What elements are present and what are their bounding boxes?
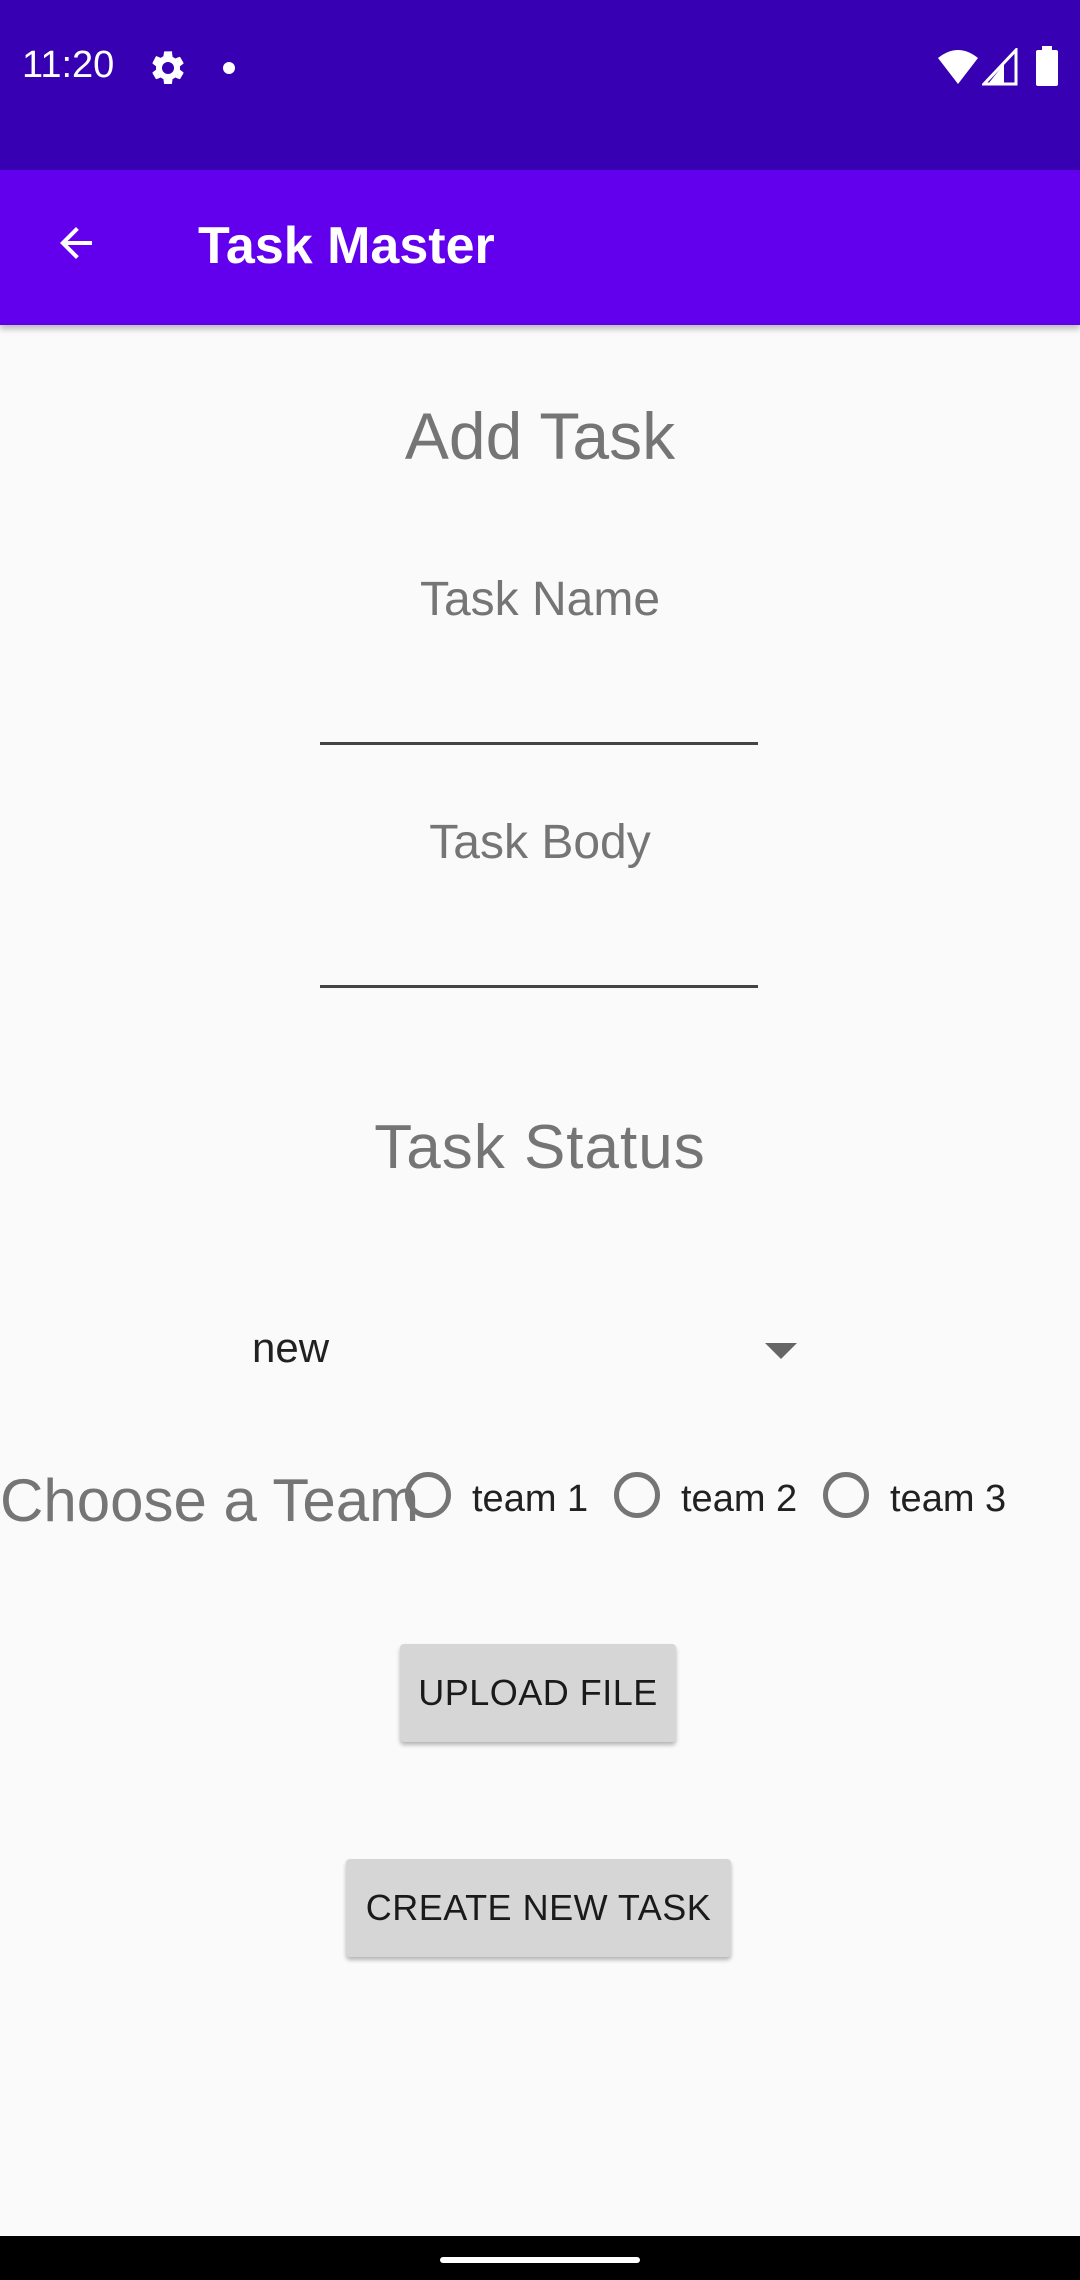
wifi-icon (938, 48, 978, 91)
task-status-dropdown[interactable]: new (240, 1310, 820, 1390)
dot-icon (222, 61, 236, 80)
choose-team-label: Choose a Team (0, 1467, 420, 1534)
back-button[interactable] (36, 200, 116, 290)
task-name-input[interactable] (320, 682, 758, 745)
task-status-heading: Task Status (374, 1113, 706, 1182)
gear-icon (148, 48, 188, 93)
app-bar: Task Master (0, 170, 1080, 325)
status-time: 11:20 (22, 44, 115, 86)
team-3-label[interactable]: team 3 (890, 1478, 1006, 1521)
dropdown-arrow-icon (765, 1343, 797, 1359)
team-1-label[interactable]: team 1 (472, 1478, 588, 1521)
team-1-radio[interactable] (405, 1472, 451, 1518)
page-title: Add Task (404, 399, 676, 473)
task-body-input[interactable] (320, 925, 758, 988)
task-status-selected: new (252, 1324, 330, 1371)
task-body-label: Task Body (429, 816, 651, 869)
status-bar: 11:20 (0, 0, 1080, 170)
team-2-label[interactable]: team 2 (681, 1478, 797, 1521)
team-2-radio[interactable] (614, 1472, 660, 1518)
home-indicator[interactable] (440, 2257, 640, 2263)
team-3-radio[interactable] (823, 1472, 869, 1518)
arrow-back-icon (52, 219, 100, 272)
team-radio-group: Choose a Team team 1 team 2 team 3 (0, 1460, 1080, 1540)
app-title: Task Master (198, 217, 495, 275)
signal-icon (980, 46, 1018, 91)
battery-icon (1036, 46, 1058, 91)
upload-file-button[interactable]: UPLOAD FILE (400, 1644, 676, 1742)
task-name-label: Task Name (419, 573, 661, 626)
navigation-bar (0, 2236, 1080, 2280)
create-new-task-button[interactable]: CREATE NEW TASK (346, 1859, 731, 1957)
